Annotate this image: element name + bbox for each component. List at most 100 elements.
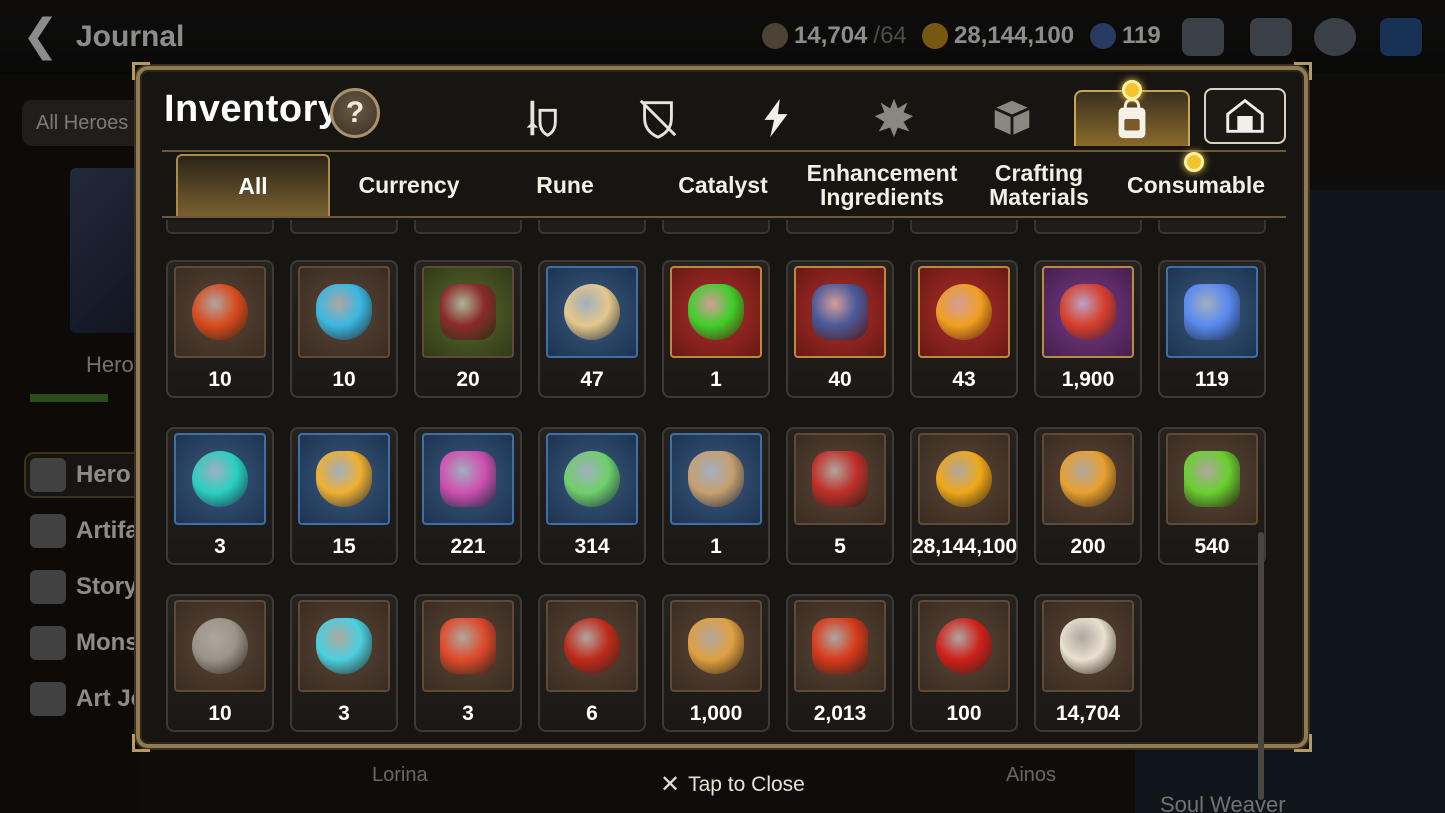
teal-crystal-icon (192, 451, 248, 507)
item-slot-partial[interactable] (538, 220, 646, 234)
help-button[interactable]: ? (330, 88, 380, 138)
inventory-item[interactable]: 314 (538, 427, 646, 565)
item-quantity: 10 (208, 702, 232, 725)
item-slot-partial[interactable] (1034, 220, 1142, 234)
amber-crystal-icon (936, 284, 992, 340)
tab-all[interactable]: All (176, 154, 330, 216)
tab-catalysts[interactable] (836, 90, 952, 146)
menu-story[interactable]: Story (30, 570, 137, 604)
backpack-icon (1118, 98, 1146, 139)
gold-resource: 28,144,100 (922, 22, 1074, 50)
gold-coin-icon (936, 451, 992, 507)
close-label: Tap to Close (688, 772, 805, 796)
inventory-item[interactable]: 10 (166, 260, 274, 398)
war-banner-icon (812, 451, 868, 507)
red-flower-ring-icon (1060, 284, 1116, 340)
item-slot-partial[interactable] (166, 220, 274, 234)
item-art (422, 600, 514, 692)
inventory-item[interactable]: 6 (538, 594, 646, 732)
item-quantity: 14,704 (1055, 702, 1121, 725)
inventory-item[interactable]: 15 (290, 427, 398, 565)
inventory-item[interactable]: 43 (910, 260, 1018, 398)
item-quantity: 5 (834, 535, 846, 558)
chess-knight-icon (1060, 618, 1116, 674)
frame-corner (132, 62, 150, 80)
green-heart-icon (1184, 451, 1240, 507)
scrollbar[interactable] (1258, 532, 1264, 800)
tab-storage[interactable] (1204, 88, 1286, 144)
top-bar: ❮ Journal 14,704/64 28,144,100 119 (0, 0, 1445, 74)
red-leaves-icon (812, 618, 868, 674)
item-slot-partial[interactable] (910, 220, 1018, 234)
inventory-item[interactable]: 200 (1034, 427, 1142, 565)
compass-star-icon (316, 451, 372, 507)
item-slot-partial[interactable] (1158, 220, 1266, 234)
tab-enhancement-ingredients[interactable]: Enhancement Ingredients (802, 154, 962, 216)
shop-icon[interactable] (1182, 18, 1224, 56)
inventory-item[interactable]: 47 (538, 260, 646, 398)
inventory-item[interactable]: 2,013 (786, 594, 894, 732)
item-art (546, 266, 638, 358)
item-art (298, 266, 390, 358)
item-slot-partial[interactable] (662, 220, 770, 234)
tab-catalyst[interactable]: Catalyst (646, 154, 800, 216)
green-leaf-icon (564, 451, 620, 507)
item-art (1166, 266, 1258, 358)
all-heroes-filter[interactable]: All Heroes (22, 100, 152, 146)
menu-art-journal[interactable]: Art Jo (30, 682, 145, 716)
tab-materials[interactable] (954, 90, 1070, 146)
item-slot-partial[interactable] (414, 220, 522, 234)
spiky-gear-icon (874, 98, 914, 138)
tab-rune[interactable]: Rune (488, 154, 642, 216)
inventory-item[interactable]: 10 (290, 260, 398, 398)
cube-icon (994, 100, 1030, 136)
tab-broken-equipment[interactable] (600, 90, 716, 146)
item-slot-partial[interactable] (290, 220, 398, 234)
monster-icon (30, 626, 66, 660)
inventory-item[interactable]: 20 (414, 260, 522, 398)
menu-artifact[interactable]: Artifa (30, 514, 139, 548)
tab-currency[interactable]: Currency (332, 154, 486, 216)
item-quantity: 15 (332, 535, 356, 558)
menu-monster[interactable]: Monst (30, 626, 147, 660)
inventory-item[interactable]: 1,900 (1034, 260, 1142, 398)
item-quantity: 3 (214, 535, 226, 558)
inventory-item[interactable]: 5 (786, 427, 894, 565)
menu-grid-icon[interactable] (1380, 18, 1422, 56)
tab-crafting-materials[interactable]: Crafting Materials (962, 154, 1116, 216)
inventory-item[interactable]: 1,000 (662, 594, 770, 732)
item-art (1042, 266, 1134, 358)
inventory-item[interactable]: 1 (662, 427, 770, 565)
inventory-item[interactable]: 221 (414, 427, 522, 565)
partial-row (166, 220, 1266, 234)
item-slot-partial[interactable] (786, 220, 894, 234)
chat-icon[interactable] (1314, 18, 1356, 56)
mail-icon[interactable] (1250, 18, 1292, 56)
tab-artifacts[interactable] (718, 90, 834, 146)
inventory-item[interactable]: 28,144,100 (910, 427, 1018, 565)
item-quantity: 119 (1195, 368, 1229, 391)
item-art (918, 266, 1010, 358)
item-quantity: 540 (1194, 535, 1230, 558)
inventory-item[interactable]: 119 (1158, 260, 1266, 398)
item-art (794, 266, 886, 358)
item-art (794, 600, 886, 692)
inventory-item[interactable]: 3 (290, 594, 398, 732)
inventory-item[interactable]: 1 (662, 260, 770, 398)
inventory-item[interactable]: 3 (166, 427, 274, 565)
inventory-item[interactable]: 40 (786, 260, 894, 398)
tap-to-close[interactable]: ✕ Tap to Close (660, 770, 805, 799)
inventory-item[interactable]: 3 (414, 594, 522, 732)
pink-mountain-icon (440, 451, 496, 507)
back-arrow-icon[interactable]: ❮ (22, 14, 62, 60)
item-quantity: 43 (952, 368, 976, 391)
inventory-item[interactable]: 540 (1158, 427, 1266, 565)
red-seal-icon (440, 618, 496, 674)
inventory-item[interactable]: 14,704 (1034, 594, 1142, 732)
hero-journal-icon (30, 458, 66, 492)
inventory-item[interactable]: 10 (166, 594, 274, 732)
tab-equipment[interactable] (482, 90, 598, 146)
inventory-item[interactable]: 100 (910, 594, 1018, 732)
item-grid-scroll[interactable]: 10 10 20 47 1 40 43 1,900 119 3 15 221 314 1 5 28,144,1… (166, 220, 1276, 734)
robot-pod-icon (316, 618, 372, 674)
